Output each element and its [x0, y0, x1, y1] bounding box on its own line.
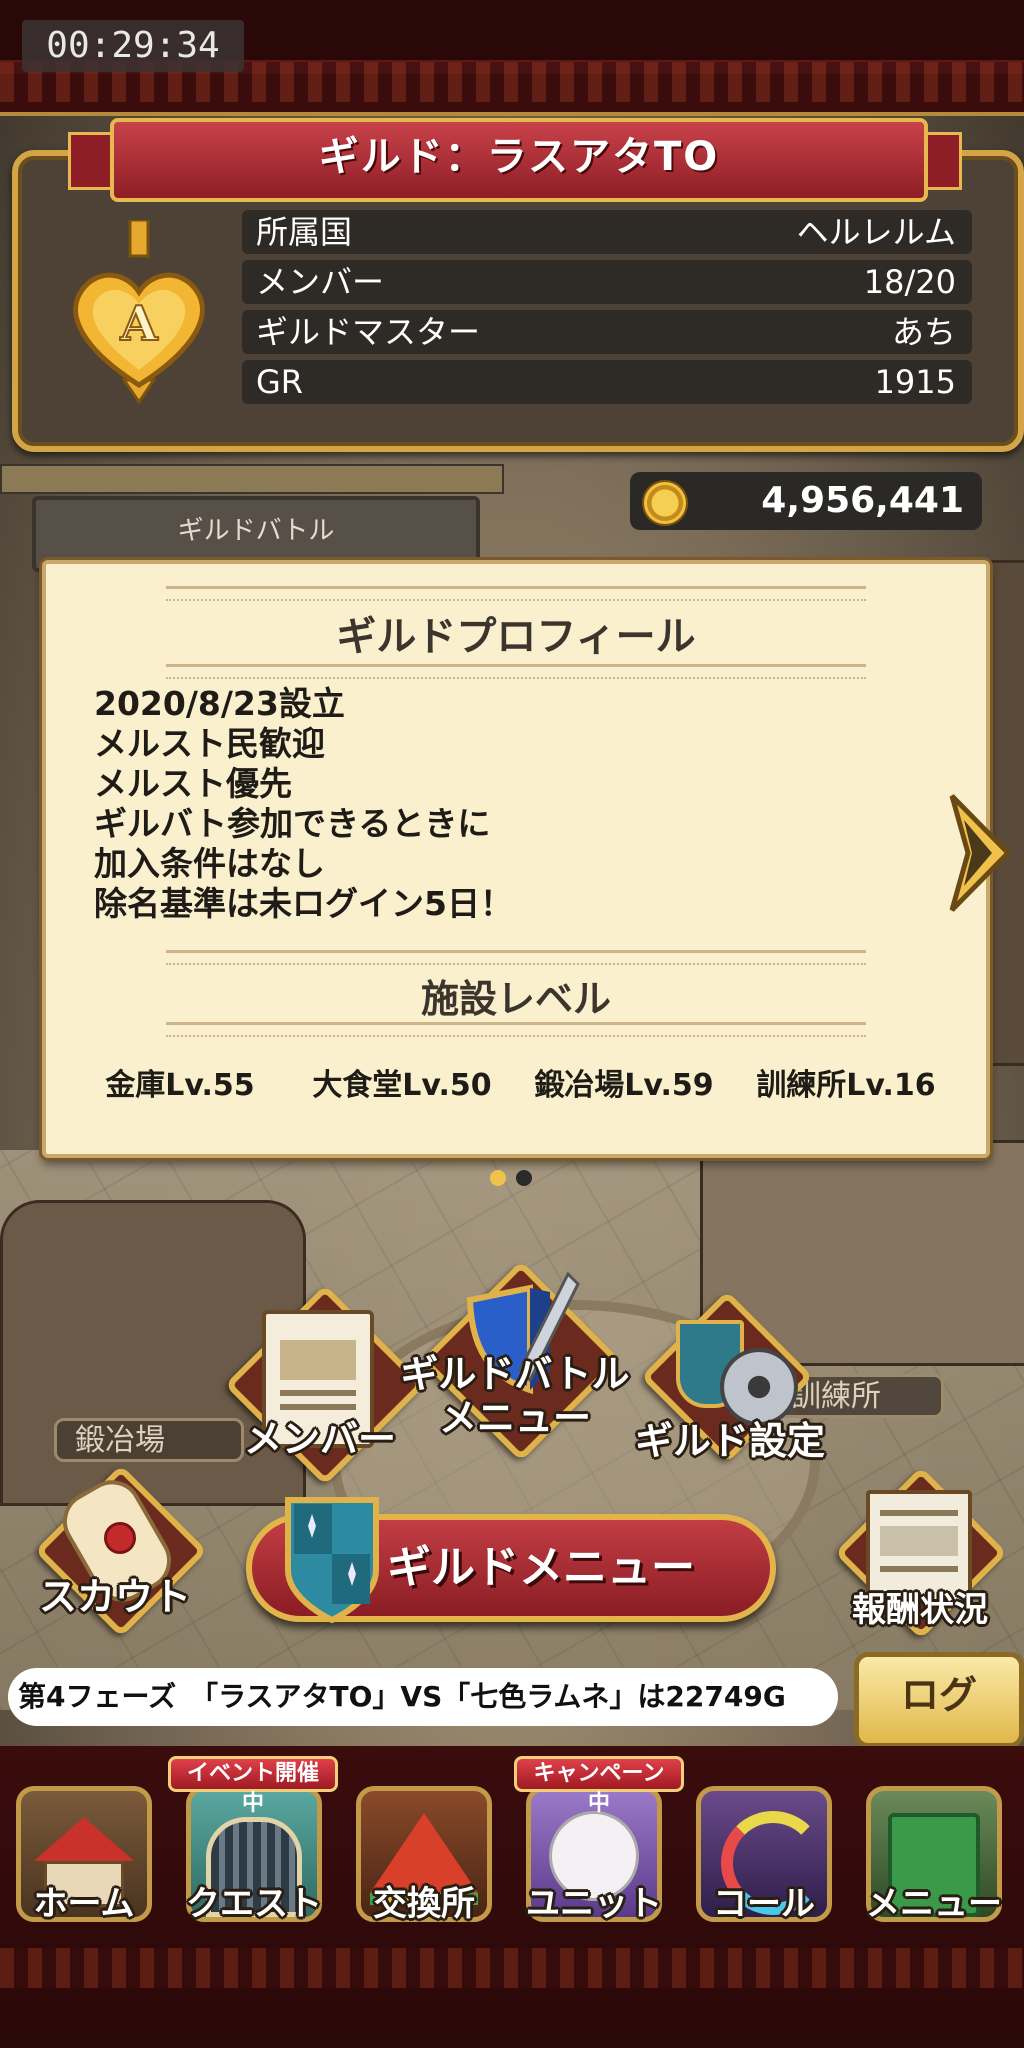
facility-smithy: 鍛冶場Lv.59 [534, 1068, 714, 1103]
guild-shield-icon [285, 1497, 379, 1624]
info-row-nation: 所属国 ヘルレルム [242, 210, 972, 254]
battle-menu-label-line1: ギルドバトル [400, 1352, 630, 1396]
guild-profile-card: ギルドプロフィール 2020/8/23設立 メルスト民歓迎 メルスト優先 ギルバ… [42, 560, 990, 1158]
bottom-nav-pattern [0, 1948, 1024, 1988]
nav-home[interactable]: ホーム [4, 1776, 164, 1926]
railing [0, 464, 504, 494]
profile-title: ギルドプロフィール [336, 614, 696, 660]
facility-title: 施設レベル [420, 977, 611, 1021]
profile-line: メルスト優先 [94, 764, 292, 803]
pager-dot[interactable] [516, 1170, 532, 1186]
reward-status-button[interactable]: 報酬状況 [820, 1466, 1024, 1640]
pager-dot-active[interactable] [490, 1170, 506, 1186]
log-button[interactable]: ログ [854, 1652, 1024, 1748]
guild-name-banner: ギルド：ラスアタTO [110, 118, 928, 202]
profile-line: 加入条件はなし [94, 844, 325, 883]
battle-menu-label: ギルドバトル メニュー [390, 1352, 640, 1440]
nav-exchange[interactable]: 交換所 [344, 1776, 504, 1926]
guild-battle-menu-button[interactable]: ギルドバトル メニュー [400, 1260, 630, 1462]
info-key: 所属国 [256, 213, 353, 251]
scout-label: スカウト [38, 1575, 191, 1619]
nav-label: ホーム [33, 1884, 135, 1924]
settings-label: ギルド設定 [634, 1419, 825, 1463]
scout-button[interactable]: スカウト [20, 1464, 210, 1638]
info-key: メンバー [256, 263, 385, 301]
nav-label: 交換所 [373, 1884, 475, 1924]
wax-seal-icon [104, 1522, 136, 1554]
profile-description: 2020/8/23設立 メルスト民歓迎 メルスト優先 ギルバト参加できるときに … [94, 684, 513, 924]
info-key: GR [256, 363, 304, 401]
ornament-divider [166, 586, 866, 601]
profile-line: メルスト民歓迎 [94, 724, 325, 763]
info-row-members: メンバー 18/20 [242, 260, 972, 304]
facility-vault: 金庫Lv.55 [105, 1068, 255, 1103]
reward-label: 報酬状況 [852, 1590, 988, 1630]
profile-line: 2020/8/23設立 [94, 684, 345, 723]
facility-dining: 大食堂Lv.50 [312, 1068, 492, 1103]
next-page-arrow-icon[interactable] [946, 790, 1014, 916]
guild-emblem-icon: A [73, 220, 205, 405]
guild-settings-button[interactable]: ギルド設定 [630, 1290, 830, 1470]
nav-label: クエスト [186, 1884, 322, 1924]
ornament-divider [166, 664, 866, 679]
nav-menu[interactable]: メニュー [854, 1776, 1014, 1926]
timer-display: 00:29:34 [22, 20, 244, 72]
info-value: 18/20 [863, 263, 956, 301]
nav-label: コール [713, 1884, 815, 1924]
ornament-divider [166, 950, 866, 965]
nav-label: ユニット [526, 1884, 662, 1924]
event-badge: イベント開催中 [168, 1756, 338, 1816]
nav-label: メニュー [866, 1884, 1002, 1924]
info-row-master: ギルドマスター あち [242, 310, 972, 354]
ornament-divider [166, 1022, 866, 1037]
info-value: 1915 [874, 363, 956, 401]
info-value: ヘルレルム [796, 213, 956, 251]
battle-ticker: 第4フェーズ 「ラスアタTO」VS「七色ラムネ」は22749G [8, 1668, 838, 1726]
info-value: あち [891, 313, 956, 351]
info-row-gr: GR 1915 [242, 360, 972, 404]
profile-line: ギルバト参加できるときに [94, 804, 491, 843]
nav-call[interactable]: コール [684, 1776, 844, 1926]
emblem-letter: A [119, 296, 158, 352]
info-key: ギルドマスター [256, 313, 481, 351]
campaign-badge: キャンペーン中 [514, 1756, 684, 1816]
profile-line: 除名基準は未ログイン5日！ [94, 884, 513, 923]
coin-icon [642, 480, 688, 526]
battle-menu-label-line2: メニュー [438, 1396, 591, 1440]
facility-training: 訓練所Lv.16 [756, 1068, 936, 1103]
